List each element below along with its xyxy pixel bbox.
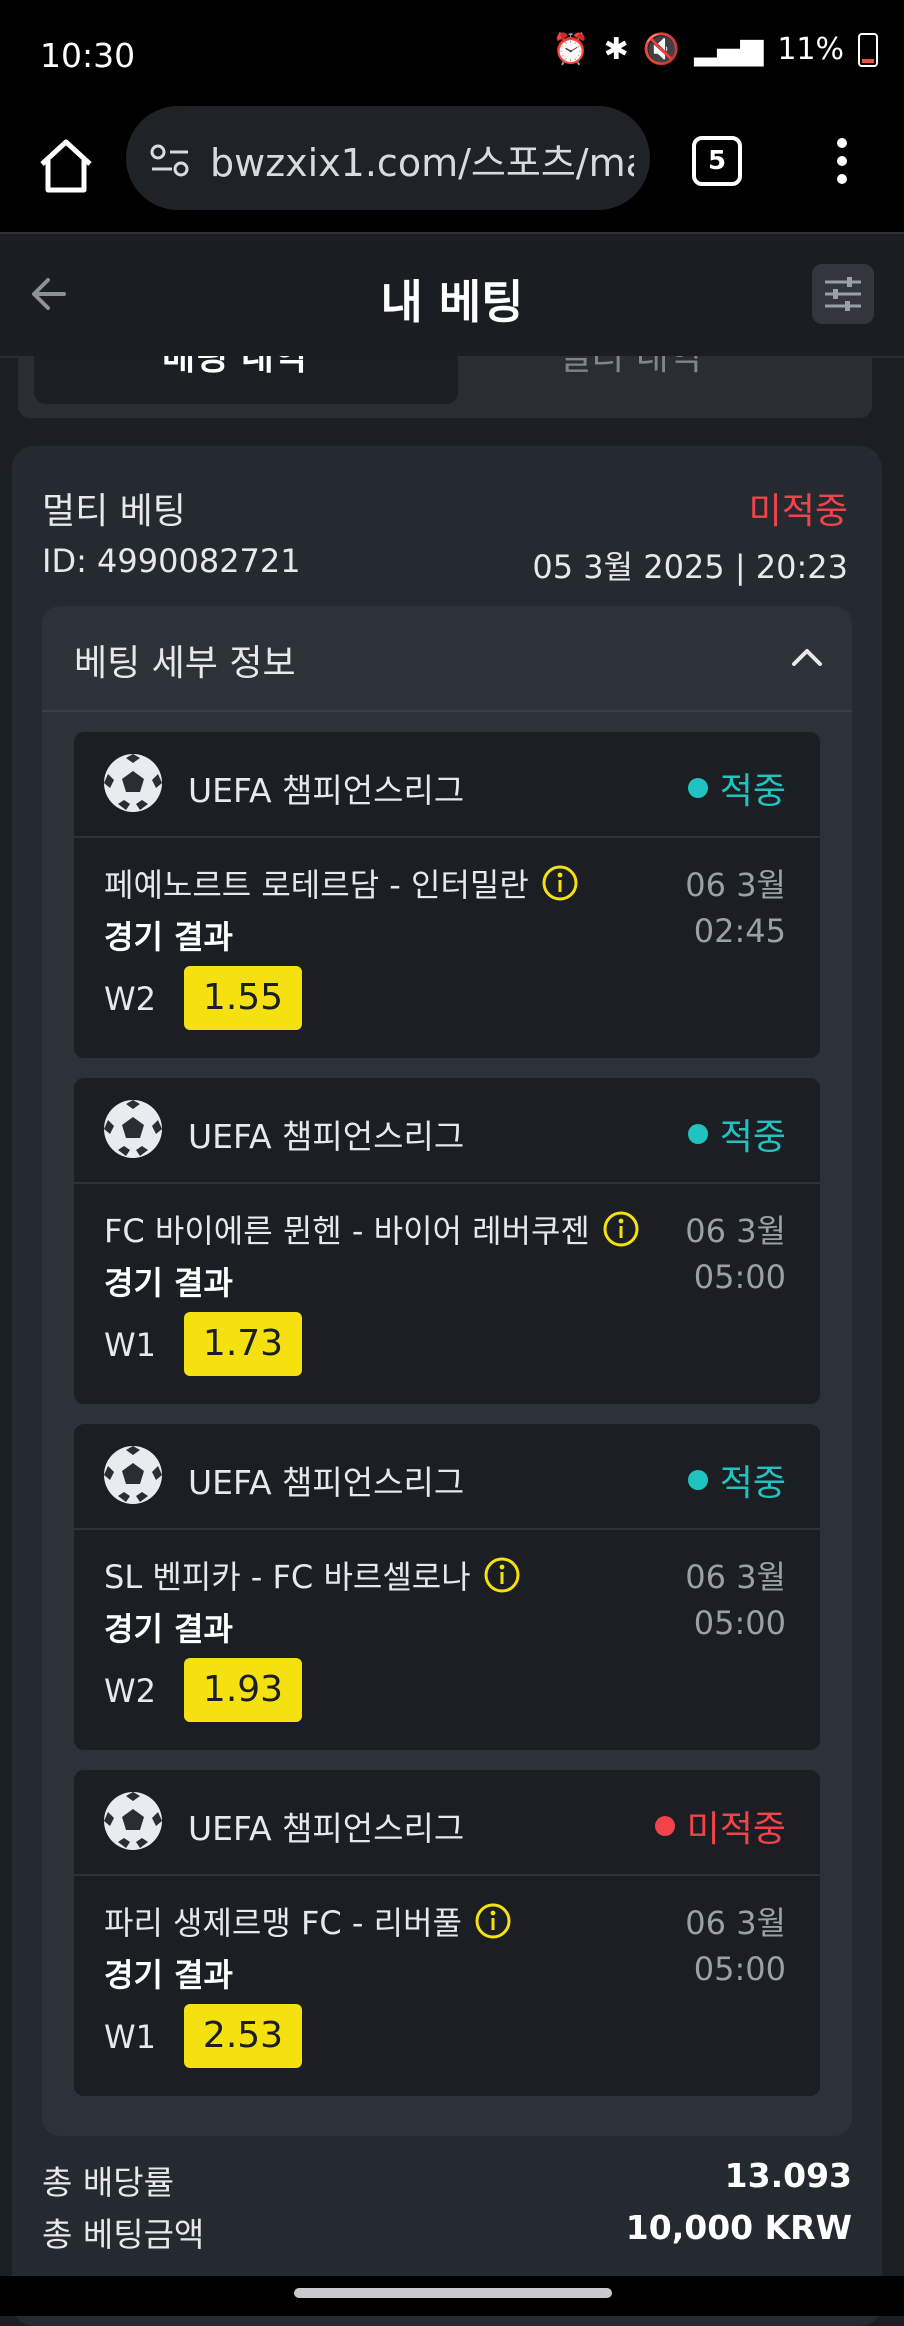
league-name: UEFA 챔피언스리그: [188, 1463, 465, 1502]
match-header: UEFA 챔피언스리그 적중: [74, 732, 820, 838]
bet-details-header[interactable]: 베팅 세부 정보: [42, 606, 852, 712]
match-card: UEFA 챔피언스리그 적중 FC 바이에른 뮌헨 - 바이어 레버쿠젠 06 …: [74, 1078, 820, 1404]
teams-label: SL 벤피카 - FC 바르셀로나: [104, 1558, 471, 1596]
bet-details-title: 베팅 세부 정보: [74, 643, 296, 684]
status-time: 10:30: [40, 36, 136, 75]
outcome-label: W2: [104, 980, 156, 1018]
match-result: 적중: [687, 1108, 786, 1160]
alarm-icon: ⏰: [552, 32, 590, 67]
match-teams: FC 바이에른 뮌헨 - 바이어 레버쿠젠: [104, 1206, 640, 1252]
bluetooth-icon: ✱: [603, 32, 629, 67]
market-name: 경기 결과: [104, 1956, 233, 1994]
info-icon[interactable]: [474, 1902, 512, 1940]
result-dot: [654, 1816, 675, 1836]
url-text[interactable]: bwzxix1.com/스포츠/ma: [210, 132, 634, 187]
bet-id: ID: 4990082721: [42, 542, 301, 580]
chevron-up-icon[interactable]: [790, 640, 824, 674]
match-result: 적중: [687, 1454, 786, 1506]
match-header: UEFA 챔피언스리그 적중: [74, 1078, 820, 1184]
market-name: 경기 결과: [104, 918, 233, 956]
total-stake-row: 총 베팅금액 10,000 KRW: [42, 2208, 852, 2256]
browser-menu-icon[interactable]: [822, 136, 862, 184]
odds-badge: 1.93: [184, 1658, 302, 1722]
match-date: 06 3월: [685, 1904, 786, 1942]
market-name: 경기 결과: [104, 1264, 233, 1302]
mute-icon: 🔇: [642, 32, 681, 67]
match-result: 미적중: [654, 1800, 786, 1852]
info-icon[interactable]: [602, 1210, 640, 1248]
match-time: 05:00: [693, 1258, 786, 1296]
outcome-label: W1: [104, 2018, 156, 2056]
battery-percent: 11%: [777, 32, 844, 67]
info-icon[interactable]: [483, 1556, 521, 1594]
teams-label: FC 바이에른 뮌헨 - 바이어 레버쿠젠: [104, 1212, 590, 1250]
home-indicator[interactable]: [294, 2288, 612, 2298]
tab-multi-history[interactable]: 멀티 내역: [558, 356, 702, 380]
league-name: UEFA 챔피언스리그: [188, 771, 465, 810]
match-date: 06 3월: [685, 1558, 786, 1596]
bet-status: 미적중: [748, 491, 848, 532]
match-teams: SL 벤피카 - FC 바르셀로나: [104, 1552, 521, 1598]
sliders-icon: [825, 277, 861, 311]
match-date: 06 3월: [685, 866, 786, 904]
outcome-label: W2: [104, 1672, 156, 1710]
result-label: 적중: [719, 1463, 786, 1504]
total-stake-value: 10,000 KRW: [625, 2208, 852, 2247]
match-teams: 파리 생제르맹 FC - 리버풀: [104, 1898, 512, 1944]
total-odds-label: 총 배당률: [42, 2163, 174, 2202]
bet-date: 05 3월 2025 | 20:23: [532, 548, 848, 586]
total-stake-label: 총 베팅금액: [42, 2215, 205, 2254]
result-label: 미적중: [686, 1809, 786, 1850]
site-settings-icon[interactable]: [150, 143, 190, 177]
status-bar: 10:30 ⏰ ✱ 🔇 ▂▄▆ 11%: [0, 0, 904, 110]
match-header: UEFA 챔피언스리그 적중: [74, 1424, 820, 1530]
result-dot: [687, 1470, 708, 1490]
signal-icon: ▂▄▆: [694, 32, 764, 67]
league-name: UEFA 챔피언스리그: [188, 1809, 465, 1848]
battery-icon: [858, 32, 878, 67]
market-name: 경기 결과: [104, 1610, 233, 1648]
result-dot: [687, 778, 708, 798]
soccer-ball-icon: [104, 1100, 162, 1158]
tab-bet-history[interactable]: 배팅 내역: [34, 356, 458, 404]
tab-label: 배팅 내역: [162, 356, 308, 378]
result-label: 적중: [719, 771, 786, 812]
odds-badge: 1.73: [184, 1312, 302, 1376]
match-date: 06 3월: [685, 1212, 786, 1250]
result-label: 적중: [719, 1117, 786, 1158]
bet-history-tabs: 배팅 내역 멀티 내역: [18, 356, 872, 418]
soccer-ball-icon: [104, 1446, 162, 1504]
match-header: UEFA 챔피언스리그 미적중: [74, 1770, 820, 1876]
match-teams: 페예노르트 로테르담 - 인터밀란: [104, 860, 579, 906]
outcome-label: W1: [104, 1326, 156, 1364]
info-icon[interactable]: [541, 864, 579, 902]
soccer-ball-icon: [104, 1792, 162, 1850]
league-name: UEFA 챔피언스리그: [188, 1117, 465, 1156]
total-odds-value: 13.093: [724, 2156, 852, 2195]
match-card: UEFA 챔피언스리그 미적중 파리 생제르맹 FC - 리버풀 06 3월 경…: [74, 1770, 820, 2096]
bet-details-panel: 베팅 세부 정보 UEFA 챔피언스리그 적중 페예노르트 로테르담 - 인터밀…: [42, 606, 852, 2136]
bet-type: 멀티 베팅: [42, 491, 186, 532]
match-time: 02:45: [693, 912, 786, 950]
bet-card: 멀티 베팅 미적중 ID: 4990082721 05 3월 2025 | 20…: [12, 446, 882, 2326]
match-card: UEFA 챔피언스리그 적중 페예노르트 로테르담 - 인터밀란 06 3월 경…: [74, 732, 820, 1058]
page-title: 내 베팅: [380, 275, 524, 329]
match-time: 05:00: [693, 1604, 786, 1642]
tab-switcher-button[interactable]: 5: [692, 136, 742, 186]
result-dot: [687, 1124, 708, 1144]
total-odds-row: 총 배당률 13.093: [42, 2156, 852, 2204]
filter-button[interactable]: [812, 264, 874, 324]
odds-badge: 2.53: [184, 2004, 302, 2068]
status-icons: ⏰ ✱ 🔇 ▂▄▆ 11%: [552, 32, 878, 67]
teams-label: 페예노르트 로테르담 - 인터밀란: [104, 866, 529, 904]
match-time: 05:00: [693, 1950, 786, 1988]
match-result: 적중: [687, 762, 786, 814]
page-header: 내 베팅: [0, 234, 904, 358]
soccer-ball-icon: [104, 754, 162, 812]
home-icon[interactable]: [30, 130, 102, 202]
match-card: UEFA 챔피언스리그 적중 SL 벤피카 - FC 바르셀로나 06 3월 경…: [74, 1424, 820, 1750]
odds-badge: 1.55: [184, 966, 302, 1030]
teams-label: 파리 생제르맹 FC - 리버풀: [104, 1904, 462, 1942]
